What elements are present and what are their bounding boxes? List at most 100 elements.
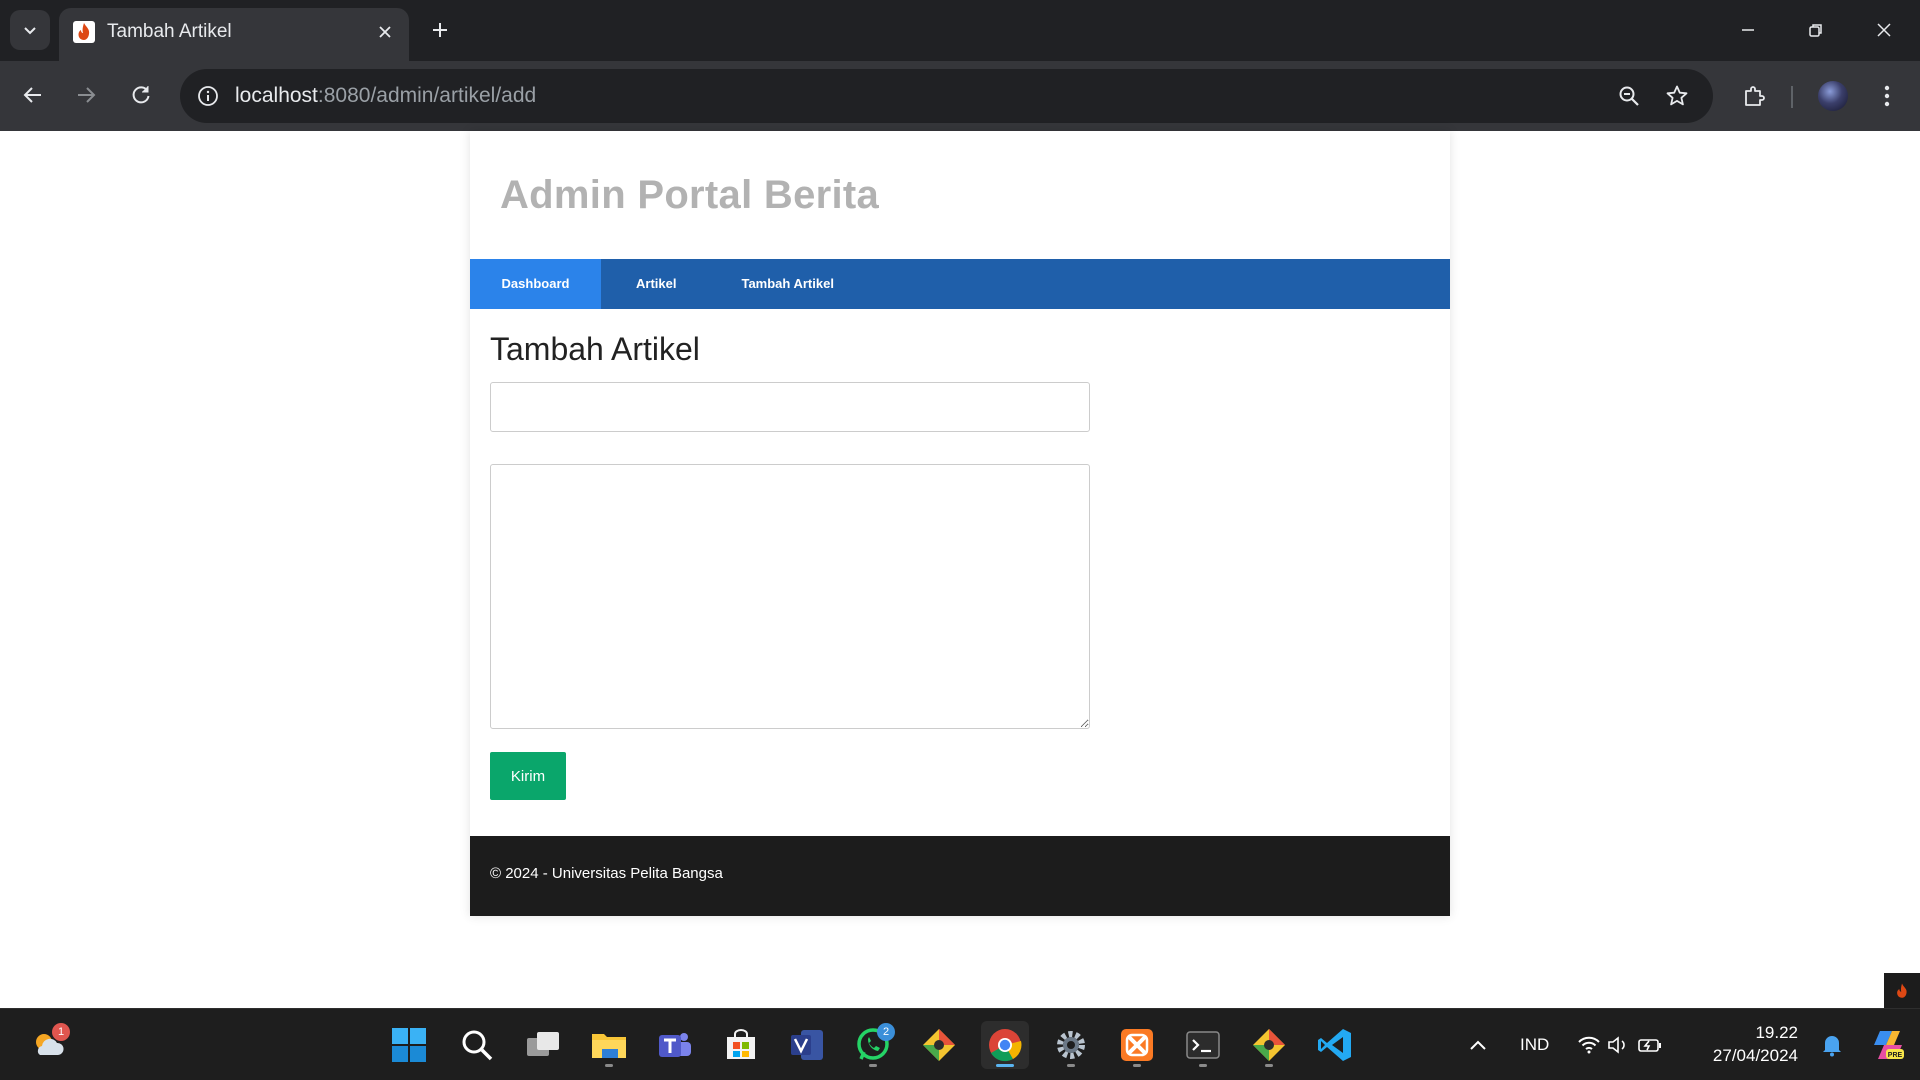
page-container: Admin Portal Berita Dashboard Artikel Ta… xyxy=(470,131,1450,916)
tab-close-button[interactable] xyxy=(373,20,397,44)
gear-icon xyxy=(1057,1031,1085,1059)
git-tool-app[interactable] xyxy=(915,1021,963,1069)
site-info-button[interactable] xyxy=(194,82,222,110)
running-indicator xyxy=(869,1064,877,1067)
terminal-icon xyxy=(1186,1031,1220,1059)
running-indicator xyxy=(996,1064,1014,1067)
network-volume-battery-tray[interactable] xyxy=(1570,1021,1670,1069)
chevron-up-icon xyxy=(1470,1040,1486,1050)
ci-debug-toolbar-button[interactable] xyxy=(1884,973,1920,1008)
reload-button[interactable] xyxy=(121,75,161,115)
bookmark-button[interactable] xyxy=(1661,80,1693,112)
restore-button[interactable] xyxy=(1792,10,1840,50)
vscode-app[interactable] xyxy=(1311,1021,1359,1069)
visio-app[interactable] xyxy=(783,1021,831,1069)
minimize-icon xyxy=(1742,29,1754,31)
submit-button[interactable]: Kirim xyxy=(490,752,566,800)
chrome-icon xyxy=(989,1029,1022,1062)
visio-icon xyxy=(791,1030,823,1060)
volume-icon xyxy=(1608,1036,1625,1054)
input-language[interactable]: IND xyxy=(1520,1035,1549,1055)
clock-date: 27/04/2024 xyxy=(1712,1046,1798,1065)
chevron-down-icon xyxy=(24,27,36,35)
wifi-icon xyxy=(1578,1036,1600,1054)
git-tool-app-2[interactable] xyxy=(1245,1021,1293,1069)
page-viewport: Admin Portal Berita Dashboard Artikel Ta… xyxy=(0,131,1920,1008)
back-button[interactable] xyxy=(13,75,53,115)
copilot-icon: PRE xyxy=(1874,1031,1904,1059)
microsoft-store-app[interactable] xyxy=(717,1021,765,1069)
site-title: Admin Portal Berita xyxy=(500,173,880,217)
clock[interactable]: 19.22 27/04/2024 xyxy=(1698,1021,1798,1067)
terminal-app[interactable] xyxy=(1179,1021,1227,1069)
arrow-right-icon xyxy=(78,87,96,103)
copilot-button[interactable]: PRE xyxy=(1864,1021,1912,1069)
vscode-icon xyxy=(1318,1029,1351,1061)
profile-button[interactable] xyxy=(1813,76,1853,116)
puzzle-icon xyxy=(1745,86,1765,106)
xampp-icon xyxy=(1121,1029,1153,1061)
title-input[interactable] xyxy=(490,382,1090,432)
main-navbar: Dashboard Artikel Tambah Artikel xyxy=(470,259,1450,309)
running-indicator xyxy=(1067,1064,1075,1067)
task-view-button[interactable] xyxy=(519,1021,567,1069)
browser-tab-bar: Tambah Artikel xyxy=(0,0,1920,61)
browser-tab-active[interactable]: Tambah Artikel xyxy=(59,8,409,61)
zoom-out-icon xyxy=(1619,86,1639,106)
codeigniter-flame-icon xyxy=(1897,983,1907,998)
toolbar-separator xyxy=(1791,86,1793,108)
diamond-tool-icon xyxy=(923,1029,955,1061)
running-indicator xyxy=(1133,1064,1141,1067)
url-host: localhost xyxy=(235,84,318,107)
close-window-button[interactable] xyxy=(1860,10,1908,50)
plus-icon xyxy=(433,23,447,37)
arrow-left-icon xyxy=(23,87,41,103)
nav-artikel[interactable]: Artikel xyxy=(601,259,711,309)
tab-title: Tambah Artikel xyxy=(107,21,232,42)
footer-copyright: © 2024 - Universitas Pelita Bangsa xyxy=(490,865,723,882)
file-explorer-app[interactable] xyxy=(585,1021,633,1069)
nav-dashboard[interactable]: Dashboard xyxy=(470,259,601,309)
running-indicator xyxy=(605,1064,613,1067)
battery-charging-icon xyxy=(1638,1039,1661,1052)
whatsapp-badge: 2 xyxy=(877,1023,895,1041)
start-button[interactable] xyxy=(385,1021,433,1069)
address-bar[interactable]: localhost:8080/admin/artikel/add xyxy=(180,69,1713,123)
forward-button[interactable] xyxy=(66,75,106,115)
search-icon xyxy=(462,1030,493,1061)
running-indicator xyxy=(1265,1064,1273,1067)
new-tab-button[interactable] xyxy=(424,14,456,46)
tab-search-button[interactable] xyxy=(10,10,50,50)
extensions-button[interactable] xyxy=(1734,76,1774,116)
close-icon xyxy=(1877,23,1891,37)
teams-app[interactable] xyxy=(651,1021,699,1069)
kebab-menu-icon xyxy=(1884,85,1890,107)
settings-app[interactable] xyxy=(1047,1021,1095,1069)
minimize-button[interactable] xyxy=(1724,10,1772,50)
avatar xyxy=(1818,81,1848,111)
show-hidden-icons-button[interactable] xyxy=(1454,1021,1502,1069)
url-path: :8080/admin/artikel/add xyxy=(317,84,537,107)
task-view-icon xyxy=(527,1032,559,1056)
browser-toolbar: localhost:8080/admin/artikel/add xyxy=(0,61,1920,131)
notifications-button[interactable] xyxy=(1812,1021,1852,1069)
nav-tambah-artikel[interactable]: Tambah Artikel xyxy=(711,259,863,309)
clock-time: 19.22 xyxy=(1755,1023,1798,1042)
svg-text:PRE: PRE xyxy=(1888,1052,1903,1059)
search-button[interactable] xyxy=(453,1021,501,1069)
info-icon xyxy=(198,86,218,106)
reload-icon xyxy=(132,86,150,104)
xampp-app[interactable] xyxy=(1113,1021,1161,1069)
star-icon xyxy=(1666,85,1688,106)
codeigniter-flame-icon xyxy=(73,21,95,43)
zoom-button[interactable] xyxy=(1613,80,1645,112)
close-icon xyxy=(379,26,391,38)
folder-icon xyxy=(592,1034,626,1058)
whatsapp-app[interactable]: 2 xyxy=(849,1021,897,1069)
content-textarea[interactable] xyxy=(490,464,1090,729)
weather-widget[interactable]: 1 xyxy=(24,1021,72,1069)
taskbar: 1 2 IND 19.22 27/04/2024 PRE xyxy=(0,1008,1920,1080)
chrome-app[interactable] xyxy=(981,1021,1029,1069)
url-text[interactable]: localhost:8080/admin/artikel/add xyxy=(235,83,536,109)
browser-menu-button[interactable] xyxy=(1867,76,1907,116)
